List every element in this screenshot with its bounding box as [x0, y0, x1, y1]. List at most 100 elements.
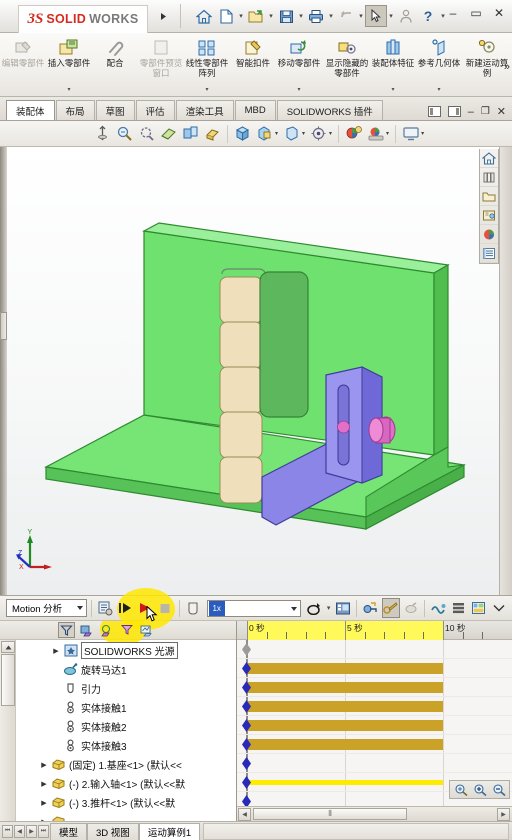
chevron-down-icon[interactable] [290, 606, 297, 611]
file-explorer-button[interactable] [480, 187, 498, 206]
sw-resources-button[interactable] [480, 149, 498, 168]
tab-motion-study-1[interactable]: 运动算例1 [138, 822, 201, 840]
filter-all-button[interactable] [58, 622, 75, 638]
print-dropdown[interactable]: ▾ [327, 12, 335, 20]
ribbon-insert-component[interactable]: 插入零部件 ▾ [46, 35, 92, 95]
chevron-down-icon[interactable]: ▾ [421, 130, 424, 137]
tree-row[interactable]: 实体接触1 [16, 698, 236, 717]
tree-row[interactable]: 旋转马达1 [16, 660, 236, 679]
ribbon-reference-geometry[interactable]: 参考几何体 ▾ [416, 35, 462, 95]
view-orientation-icon[interactable] [180, 123, 201, 144]
close-button[interactable]: ✕ [492, 6, 506, 20]
tree-vertical-scrollbar[interactable] [0, 640, 16, 821]
chevron-down-icon[interactable]: ▾ [67, 86, 70, 96]
timeline-row[interactable] [237, 716, 512, 735]
study-type-select[interactable]: Motion 分析 [6, 599, 87, 617]
tree-row[interactable]: ▶ SOLIDWORKS 光源 [16, 641, 236, 660]
home-button[interactable] [193, 5, 215, 27]
timeline-horizontal-scrollbar[interactable]: ◀ ⫴ ▶ [237, 806, 512, 821]
view-cube-icon[interactable] [232, 123, 253, 144]
save-button[interactable] [275, 5, 297, 27]
new-document-button[interactable] [215, 5, 237, 27]
ribbon-overflow-button[interactable]: » [504, 61, 510, 73]
new-document-dropdown[interactable]: ▾ [237, 12, 245, 20]
filter-selected-button[interactable] [118, 622, 135, 638]
timeline-bar[interactable] [247, 682, 443, 693]
pin-right-icon[interactable] [447, 106, 461, 117]
tree-row[interactable]: ▶ (固定) 1.基座<1> (默认<< [16, 755, 236, 774]
tree-row[interactable]: 实体接触3 [16, 736, 236, 755]
scene-icon[interactable] [308, 123, 329, 144]
custom-properties-button[interactable] [480, 244, 498, 263]
tab-model[interactable]: 模型 [50, 822, 88, 840]
auto-key-button[interactable] [361, 598, 379, 618]
next-tab-button[interactable]: ▶ [26, 824, 37, 838]
scroll-right-button[interactable]: ▶ [497, 807, 510, 821]
keyframe-marker[interactable] [242, 757, 251, 770]
zoom-in-timeline-button[interactable] [471, 782, 488, 798]
doc-minimize-button[interactable]: – [468, 106, 474, 118]
zoom-fit-icon[interactable] [92, 123, 113, 144]
timeline-bar[interactable] [247, 720, 443, 731]
maximize-button[interactable]: ▭ [469, 6, 483, 20]
tab-render-tools[interactable]: 渲染工具 [175, 100, 234, 120]
feature-tree-expand-handle[interactable] [0, 312, 7, 340]
undo-button[interactable] [335, 5, 357, 27]
timeline-row[interactable] [237, 640, 512, 659]
timeline-row[interactable] [237, 754, 512, 773]
chevron-down-icon[interactable]: ▾ [325, 604, 332, 612]
prev-tab-button[interactable]: ◀ [14, 824, 25, 838]
ribbon-mate[interactable]: 配合 [92, 35, 138, 95]
collapse-motionmanager-button[interactable] [490, 598, 508, 618]
motor-button[interactable] [402, 598, 420, 618]
zoom-to-fit-timeline-button[interactable] [452, 782, 469, 798]
expand-arrow-icon[interactable]: ▶ [38, 761, 50, 769]
print-button[interactable] [305, 5, 327, 27]
timeline-row[interactable] [237, 659, 512, 678]
results-plots-button[interactable] [470, 598, 488, 618]
appearances-scenes-button[interactable] [480, 225, 498, 244]
tab-evaluate[interactable]: 评估 [135, 100, 175, 120]
filter-animated-button[interactable] [78, 622, 95, 638]
stop-button[interactable] [156, 598, 174, 618]
timeline-ruler[interactable]: 0 秒 5 秒 10 秒 [237, 621, 512, 640]
scroll-thumb[interactable] [1, 654, 15, 706]
chevron-down-icon[interactable]: ▾ [391, 86, 394, 96]
chevron-down-icon[interactable]: ▾ [205, 86, 208, 96]
tab-sketch[interactable]: 草图 [95, 100, 135, 120]
timeline-bar[interactable] [247, 780, 443, 785]
expand-arrow-icon[interactable]: ▶ [38, 818, 50, 822]
ribbon-component-preview[interactable]: 零部件预览窗口 [138, 35, 184, 95]
save-animation-button[interactable] [183, 598, 201, 618]
expand-arrow-icon[interactable]: ▶ [38, 780, 50, 788]
playback-mode-button[interactable] [305, 598, 323, 618]
tree-row[interactable]: ▶ (-) 3.推杆<1> (默认<<默 [16, 793, 236, 812]
design-library-button[interactable] [480, 168, 498, 187]
keyframe-marker[interactable] [242, 643, 251, 656]
tree-row[interactable]: ▶ [16, 812, 236, 821]
expand-arrow-icon[interactable]: ▶ [50, 647, 62, 655]
tab-assembly[interactable]: 装配体 [6, 100, 55, 120]
playback-speed-select[interactable]: 1x [206, 599, 301, 617]
open-dropdown[interactable]: ▾ [267, 12, 275, 20]
apply-scene-icon[interactable] [365, 123, 386, 144]
doc-restore-button[interactable]: ❐ [481, 106, 490, 117]
select-dropdown[interactable]: ▾ [387, 12, 395, 20]
gear-person-icon[interactable] [395, 5, 417, 27]
damper-button[interactable] [449, 598, 467, 618]
help-button[interactable]: ? [417, 5, 439, 27]
timeline-row[interactable] [237, 697, 512, 716]
ribbon-edit-component[interactable]: 编辑零部件 [0, 35, 46, 95]
play-from-start-button[interactable] [116, 598, 134, 618]
timeline-row[interactable] [237, 735, 512, 754]
tab-solidworks-addins[interactable]: SOLIDWORKS 插件 [276, 100, 383, 120]
timeline-bar[interactable] [247, 663, 443, 674]
timeline-bar[interactable] [247, 701, 443, 712]
view-palette-button[interactable] [480, 206, 498, 225]
feature-tree-splitter[interactable] [0, 147, 7, 595]
previous-view-icon[interactable] [136, 123, 157, 144]
tab-layout[interactable]: 布局 [55, 100, 95, 120]
zoom-area-icon[interactable] [114, 123, 135, 144]
chevron-down-icon[interactable]: ▾ [297, 86, 300, 96]
chevron-down-icon[interactable] [76, 606, 83, 610]
